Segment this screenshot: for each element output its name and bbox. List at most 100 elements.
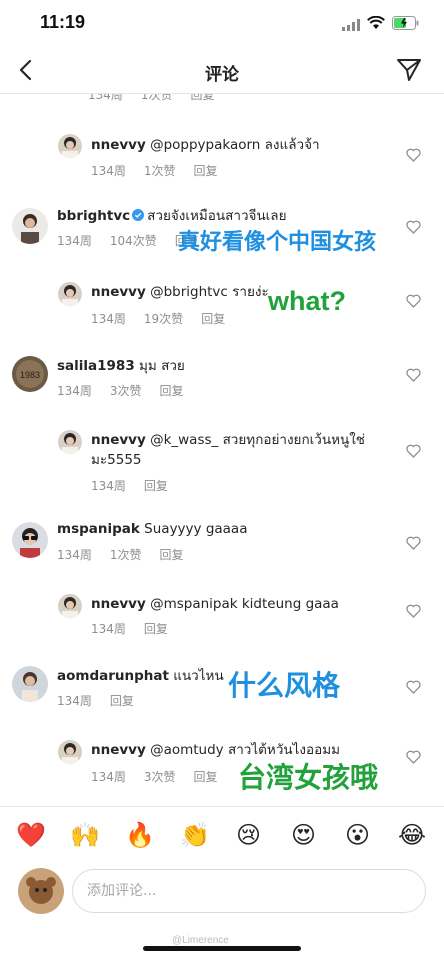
overlay-annotation: 台湾女孩哦 [238, 761, 379, 794]
heart-icon[interactable] [406, 444, 421, 458]
comment-body: @bbrightvc รายง่ะ [150, 284, 269, 300]
emoji-clapping-hands[interactable]: 👏 [180, 821, 210, 849]
comment-username[interactable]: nnevvy [91, 432, 146, 448]
comment-username[interactable]: nnevvy [91, 284, 146, 300]
comment-input[interactable] [72, 869, 426, 913]
heart-icon[interactable] [406, 750, 421, 764]
reply-button[interactable]: 回复 [191, 94, 215, 102]
comment-meta: 134周 回复 [91, 620, 186, 637]
status-bar: 11:19 [0, 0, 444, 48]
battery-charging-icon [392, 16, 419, 30]
comment-meta: 134周 回复 [91, 477, 186, 494]
like-count[interactable]: 3次赞 [144, 770, 176, 784]
comment-text: nnevvy @poppypakaorn ลงแล้วจ้า [91, 135, 320, 155]
like-count[interactable]: 19次赞 [144, 312, 183, 326]
avatar[interactable] [12, 522, 48, 558]
comment-meta: 134周 1次赞 回复 [88, 94, 233, 103]
comment-meta: 134周 回复 [57, 692, 152, 709]
comment-list[interactable]: 134周 1次赞 回复 nnevvy @poppypakaorn ลงแล้วจ้า… [0, 94, 444, 806]
avatar[interactable] [58, 594, 82, 618]
emoji-heart-eyes[interactable]: 😍 [291, 821, 316, 849]
comment-age: 134周 [91, 770, 126, 784]
comment-username[interactable]: nnevvy [91, 137, 146, 153]
like-count[interactable]: 1次赞 [144, 164, 176, 178]
page-title: 评论 [205, 65, 239, 85]
emoji-heart[interactable]: ❤️ [16, 821, 46, 849]
reply-button[interactable]: 回复 [160, 384, 184, 398]
emoji-reaction-bar: ❤️ 🙌 🔥 👏 😢 😍 😮 😂 [0, 806, 444, 864]
avatar[interactable] [58, 134, 82, 158]
comment-username[interactable]: salila1983 [57, 358, 135, 374]
comment-body: @k_wass_ สวยทุกอย่างยกเว้นหนูใช่ [150, 432, 365, 448]
like-count[interactable]: 1次赞 [141, 94, 173, 102]
comment-body: แนวไหน [173, 668, 224, 684]
heart-icon[interactable] [406, 368, 421, 382]
emoji-raised-hands[interactable]: 🙌 [70, 821, 100, 849]
cellular-signal-icon [342, 19, 360, 31]
overlay-annotation: 真好看像个中国女孩 [178, 230, 377, 255]
avatar[interactable] [12, 666, 48, 702]
reply-button[interactable]: 回复 [201, 312, 225, 326]
comment-age: 134周 [57, 384, 92, 398]
like-count[interactable]: 3次赞 [110, 384, 142, 398]
emoji-laughing-face[interactable]: 😂 [398, 821, 426, 849]
comment-username[interactable]: bbrightvc [57, 208, 130, 224]
reply-button[interactable]: 回复 [144, 622, 168, 636]
avatar[interactable]: 1983 [12, 356, 48, 392]
comment-text: mspanipak Suayyyy gaaaa [57, 519, 247, 539]
comment-text: nnevvy @mspanipak kidteung gaaa [91, 594, 339, 614]
comment-username[interactable]: nnevvy [91, 596, 146, 612]
comment-text: nnevvy @bbrightvc รายง่ะ [91, 282, 269, 302]
comment-age: 134周 [57, 694, 92, 708]
heart-icon[interactable] [406, 148, 421, 162]
comment-age: 134周 [57, 548, 92, 562]
avatar[interactable] [58, 430, 82, 454]
comment-age: 134周 [91, 164, 126, 178]
comment-meta: 134周 3次赞 回复 [91, 768, 236, 785]
avatar[interactable] [12, 208, 48, 244]
reply-button[interactable]: 回复 [194, 164, 218, 178]
comment-meta: 134周 19次赞 回复 [91, 310, 243, 327]
avatar[interactable] [58, 282, 82, 306]
heart-icon[interactable] [406, 680, 421, 694]
status-time: 11:19 [40, 12, 86, 32]
heart-icon[interactable] [406, 220, 421, 234]
comment-text: bbrightvc สวยจังเหมือนสาวจีนเลย [57, 206, 286, 226]
reply-button[interactable]: 回复 [160, 548, 184, 562]
reply-button[interactable]: 回复 [194, 770, 218, 784]
current-user-avatar[interactable] [18, 868, 64, 914]
comment-age: 134周 [57, 234, 92, 248]
direct-send-icon[interactable] [396, 57, 422, 83]
comment-composer [0, 864, 444, 920]
overlay-annotation: what? [268, 286, 346, 316]
comment-age: 134周 [91, 479, 126, 493]
comment-body: สวยจังเหมือนสาวจีนเลย [147, 208, 287, 224]
comment-text: salila1983 มุม สวย [57, 356, 185, 376]
comment-username[interactable]: aomdarunphat [57, 668, 169, 684]
comment-age: 134周 [91, 622, 126, 636]
verified-badge-icon [132, 209, 145, 221]
comment-username[interactable]: mspanipak [57, 521, 140, 537]
heart-icon[interactable] [406, 604, 421, 618]
nav-bar: 评论 [0, 48, 444, 94]
emoji-surprised-face[interactable]: 😮 [345, 821, 370, 849]
comment-body: @mspanipak kidteung gaaa [150, 596, 339, 612]
comment-text: nnevvy @k_wass_ สวยทุกอย่างยกเว้นหนูใช่ [91, 430, 365, 450]
like-count[interactable]: 1次赞 [110, 548, 142, 562]
svg-text:1983: 1983 [20, 370, 40, 380]
reply-button[interactable]: 回复 [110, 694, 134, 708]
comment-age: 134周 [88, 94, 123, 102]
heart-icon[interactable] [406, 536, 421, 550]
comment-body-continued: มะ5555 [91, 452, 142, 468]
emoji-crying-face[interactable]: 😢 [236, 821, 261, 849]
comment-body: Suayyyy gaaaa [144, 521, 248, 537]
comment-body: มุม สวย [139, 358, 185, 374]
comment-meta: 134周 1次赞 回复 [91, 162, 236, 179]
like-count[interactable]: 104次赞 [110, 234, 157, 248]
emoji-fire[interactable]: 🔥 [125, 821, 155, 849]
avatar[interactable] [58, 740, 82, 764]
wifi-icon [367, 16, 385, 29]
comment-username[interactable]: nnevvy [91, 742, 146, 758]
reply-button[interactable]: 回复 [144, 479, 168, 493]
heart-icon[interactable] [406, 294, 421, 308]
